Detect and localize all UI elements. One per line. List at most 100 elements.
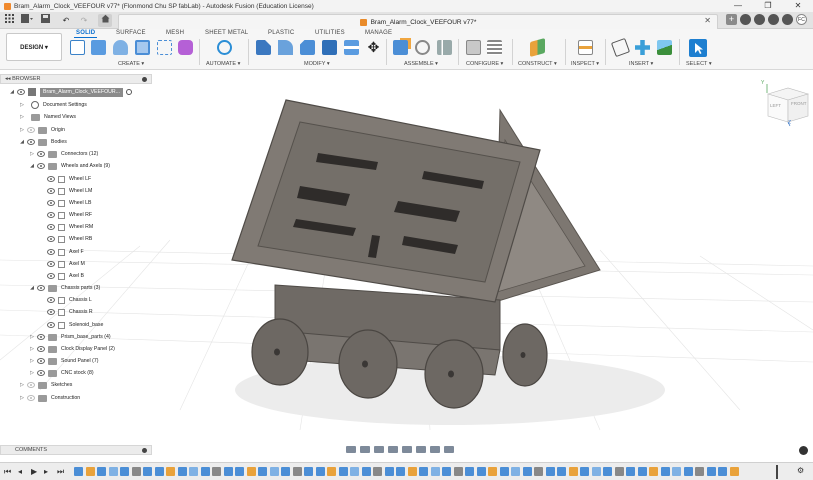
timeline-feature-icon[interactable] (476, 467, 486, 476)
timeline-feature-icon[interactable] (614, 467, 624, 476)
visibility-eye-icon[interactable] (47, 297, 55, 303)
visibility-eye-icon[interactable] (47, 212, 55, 218)
joint-icon[interactable] (415, 40, 430, 55)
timeline-feature-icon[interactable] (373, 467, 382, 476)
app-grid-icon[interactable] (4, 14, 14, 27)
timeline-feature-icon[interactable] (534, 467, 543, 476)
tree-item-body[interactable]: Axel F (45, 246, 84, 258)
timeline-feature-icon[interactable] (545, 467, 555, 476)
tab-utilities[interactable]: UTILITIES (315, 30, 345, 36)
visibility-eye-icon[interactable] (37, 151, 45, 157)
timeline-feature-icon[interactable] (603, 467, 612, 476)
timeline-feature-icon[interactable] (120, 467, 129, 476)
tree-item-sound-panel[interactable]: ▷ Sound Panel (7) (29, 355, 99, 367)
tree-root[interactable]: ◢ Bram_Alarm_Clock_VEEFOUR... (9, 86, 132, 98)
timeline-feature-icon[interactable] (269, 467, 279, 476)
visibility-eye-icon[interactable] (37, 370, 45, 376)
expand-arrow-icon[interactable]: ▷ (19, 127, 25, 133)
visibility-eye-icon[interactable] (27, 127, 35, 133)
tree-item-body[interactable]: Chassis R (45, 306, 93, 318)
tree-item-bodies[interactable]: ◢ Bodies (19, 136, 67, 148)
browser-header[interactable]: ◂◂ BROWSER (0, 74, 152, 84)
visibility-eye-icon[interactable] (17, 89, 25, 95)
viewcube-front-face[interactable]: FRONT (791, 101, 807, 106)
timeline-feature-icon[interactable] (499, 467, 509, 476)
timeline-prev-icon[interactable]: ◂ (18, 467, 22, 476)
expand-arrow-icon[interactable]: ▷ (19, 395, 25, 401)
visibility-eye-icon[interactable] (47, 249, 55, 255)
expand-arrow-icon[interactable]: ▷ (19, 382, 25, 388)
timeline-feature-icon[interactable] (465, 467, 474, 476)
comments-panel[interactable]: COMMENTS (0, 445, 152, 455)
create-sketch-icon[interactable] (70, 40, 85, 55)
timeline-feature-icon[interactable] (706, 467, 716, 476)
group-modify[interactable]: MODIFY ▾ (304, 61, 330, 67)
visibility-eye-icon[interactable] (47, 176, 55, 182)
shell-icon[interactable] (322, 40, 337, 55)
redo-icon[interactable]: ↷ (78, 14, 90, 27)
hole-icon[interactable] (135, 40, 150, 55)
configure-icon[interactable] (466, 40, 481, 55)
viewports-icon[interactable] (444, 445, 454, 453)
timeline-feature-icon[interactable] (235, 467, 244, 476)
visibility-eye-icon[interactable] (27, 139, 35, 145)
timeline-feature-icon[interactable] (683, 467, 693, 476)
notifications-icon[interactable] (768, 14, 779, 25)
tree-item-body[interactable]: Chassis L (45, 294, 92, 306)
visibility-eye-icon[interactable] (37, 163, 45, 169)
collapse-arrow-icon[interactable]: ◢ (29, 285, 35, 291)
group-construct[interactable]: CONSTRUCT ▾ (518, 61, 557, 67)
timeline-feature-icon[interactable] (419, 467, 428, 476)
canvas-viewport[interactable] (0, 70, 813, 448)
tree-item-wheels-and-axels[interactable]: ◢ Wheels and Axels (9) (29, 160, 110, 172)
insert-canvas-icon[interactable] (657, 40, 672, 55)
tree-item-body[interactable]: Axel B (45, 270, 84, 282)
timeline-feature-icon[interactable] (407, 467, 417, 476)
timeline-feature-icon[interactable] (154, 467, 164, 476)
visibility-eye-icon[interactable] (47, 200, 55, 206)
timeline-feature-icon[interactable] (453, 467, 463, 476)
browser-pin-icon[interactable] (142, 77, 147, 82)
tree-item-body[interactable]: Wheel RM (45, 221, 93, 233)
look-at-icon[interactable] (360, 445, 370, 453)
timeline-feature-icon[interactable] (522, 467, 532, 476)
select-icon[interactable] (689, 39, 707, 57)
close-window-button[interactable]: ✕ (783, 0, 813, 12)
timeline-feature-icon[interactable] (580, 467, 589, 476)
timeline-feature-icon[interactable] (327, 467, 336, 476)
collapse-arrow-icon[interactable]: ◢ (19, 139, 25, 145)
visibility-eye-icon[interactable] (47, 273, 55, 279)
timeline-feature-icon[interactable] (338, 467, 348, 476)
timeline-feature-icon[interactable] (488, 467, 497, 476)
model-canvas[interactable] (0, 70, 813, 448)
timeline-feature-icon[interactable] (649, 467, 658, 476)
timeline-feature-icon[interactable] (718, 467, 727, 476)
comments-add-icon[interactable] (142, 448, 147, 453)
timeline-end-icon[interactable]: ⏭ (57, 467, 64, 477)
group-create[interactable]: CREATE ▾ (118, 61, 144, 67)
pattern-icon[interactable] (157, 40, 172, 55)
timeline-feature-icon[interactable] (591, 467, 601, 476)
visibility-eye-icon[interactable] (37, 334, 45, 340)
tree-item-clock-display-panel[interactable]: ▷ Clock Display Panel (2) (29, 343, 115, 355)
move-copy-icon[interactable]: ✥ (366, 40, 381, 55)
new-component-icon[interactable] (393, 40, 408, 55)
timeline-feature-icon[interactable] (557, 467, 566, 476)
user-avatar[interactable]: FC (796, 14, 807, 25)
visibility-eye-icon[interactable] (37, 346, 45, 352)
group-inspect[interactable]: INSPECT ▾ (571, 61, 599, 67)
browser-collapse-icon[interactable]: ◂◂ (5, 76, 12, 82)
tree-item-named-views[interactable]: ▷ Named Views (19, 111, 76, 123)
display-settings-icon[interactable] (416, 445, 426, 453)
timeline-feature-icon[interactable] (292, 467, 302, 476)
tree-item-prism-base-parts[interactable]: ▷ Prism_base_parts (4) (29, 331, 111, 343)
timeline-feature-icon[interactable] (442, 467, 451, 476)
undo-icon[interactable]: ↶ (60, 14, 72, 27)
timeline-feature-icon[interactable] (246, 467, 256, 476)
insert-mesh-icon[interactable] (635, 40, 650, 55)
new-tab-icon[interactable]: + (726, 14, 737, 25)
timeline-feature-icon[interactable] (258, 467, 267, 476)
home-icon[interactable] (98, 14, 112, 27)
timeline-feature-icon[interactable] (223, 467, 233, 476)
close-tab-icon[interactable]: ✕ (704, 16, 711, 25)
